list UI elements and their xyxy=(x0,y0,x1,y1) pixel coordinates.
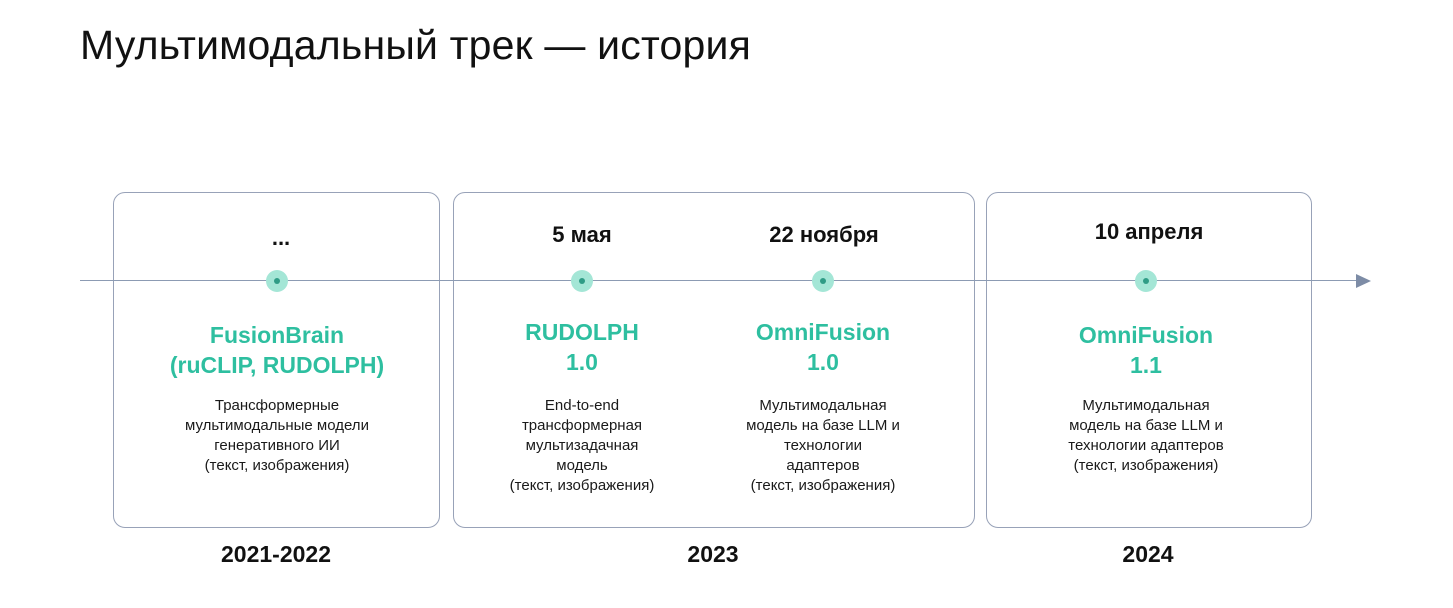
milestone-model-name: FusionBrain (ruCLIP, RUDOLPH) xyxy=(127,320,427,380)
milestone-date: 5 мая xyxy=(552,222,612,247)
milestone-model-name: OmniFusion 1.1 xyxy=(996,320,1296,380)
timeline-dot-icon xyxy=(571,270,593,292)
description-line: Трансформерные xyxy=(214,397,340,414)
timeline-slide: Мультимодальный трек — история ... Fusio… xyxy=(0,0,1453,608)
milestone-date: 22 ноября xyxy=(769,222,879,247)
description-line: технологии адаптеров xyxy=(1068,437,1224,454)
description-line: End-to-end xyxy=(544,397,620,414)
page-title: Мультимодальный трек — история xyxy=(80,22,752,68)
description-line: (текст, изображения) xyxy=(1073,457,1219,474)
description-line: генеративного ИИ xyxy=(214,437,340,454)
milestone-description: End-to-end трансформерная мультизадачная… xyxy=(452,396,712,496)
model-name-line: OmniFusion xyxy=(1078,322,1214,348)
description-line: адаптеров xyxy=(786,457,860,474)
description-line: Мультимодальная xyxy=(759,397,887,414)
model-name-line: 1.0 xyxy=(807,349,839,375)
description-line: (текст, изображения) xyxy=(204,457,350,474)
model-name-line: (ruCLIP, RUDOLPH) xyxy=(169,352,385,378)
model-name-line: OmniFusion xyxy=(755,319,891,345)
description-line: (текст, изображения) xyxy=(509,477,655,494)
arrow-right-icon xyxy=(1356,274,1371,288)
milestone-description: Мультимодальная модель на базе LLM и тех… xyxy=(693,396,953,496)
description-line: модель xyxy=(556,457,608,474)
timeline-dot-icon xyxy=(1135,270,1157,292)
milestone-description: Трансформерные мультимодальные модели ге… xyxy=(147,396,407,476)
description-line: трансформерная xyxy=(521,417,643,434)
model-name-line: FusionBrain xyxy=(209,322,345,348)
milestone-model-name: OmniFusion 1.0 xyxy=(673,317,973,377)
description-line: модель на базе LLM и xyxy=(746,417,900,434)
description-line: мультизадачная xyxy=(525,437,639,454)
description-line: модель на базе LLM и xyxy=(1069,417,1223,434)
model-name-line: 1.1 xyxy=(1130,352,1162,378)
milestone-date: 10 апреля xyxy=(1094,219,1204,244)
description-line: технологии xyxy=(783,437,862,454)
timeline-dot-icon xyxy=(266,270,288,292)
milestone-description: Мультимодальная модель на базе LLM и тех… xyxy=(1016,396,1276,476)
milestone-date: ... xyxy=(271,225,291,250)
period-label: 2024 xyxy=(1122,541,1174,567)
timeline-dot-icon xyxy=(812,270,834,292)
description-line: Мультимодальная xyxy=(1082,397,1210,414)
description-line: мультимодальные модели xyxy=(185,417,369,434)
period-label: 2023 xyxy=(687,541,739,567)
period-label: 2021-2022 xyxy=(221,541,331,567)
description-line: (текст, изображения) xyxy=(750,477,896,494)
